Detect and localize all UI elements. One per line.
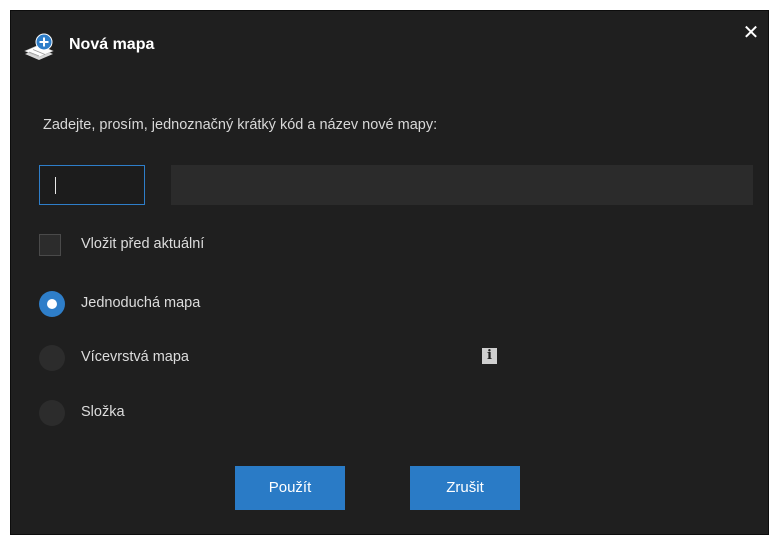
text-caret [55, 177, 56, 194]
info-icon[interactable]: i [482, 348, 497, 364]
instruction-text: Zadejte, prosím, jednoznačný krátký kód … [43, 117, 438, 133]
new-map-dialog: Nová mapa ✕ Zadejte, prosím, jednoznačný… [10, 10, 769, 535]
cancel-button[interactable]: Zrušit [410, 466, 520, 510]
apply-button[interactable]: Použít [235, 466, 345, 510]
close-button[interactable]: ✕ [742, 23, 760, 43]
simple-map-label: Jednoduchá mapa [81, 295, 201, 311]
folder-radio[interactable] [39, 400, 65, 426]
multilayer-map-radio[interactable] [39, 345, 65, 371]
new-map-icon [24, 33, 54, 60]
folder-label: Složka [81, 404, 125, 420]
insert-before-current-label: Vložit před aktuální [81, 236, 205, 252]
insert-before-current-checkbox[interactable] [39, 234, 61, 256]
dialog-title: Nová mapa [69, 36, 155, 53]
simple-map-radio[interactable] [39, 291, 65, 317]
map-name-input[interactable] [171, 165, 753, 205]
multilayer-map-label: Vícevrstvá mapa [81, 349, 189, 365]
